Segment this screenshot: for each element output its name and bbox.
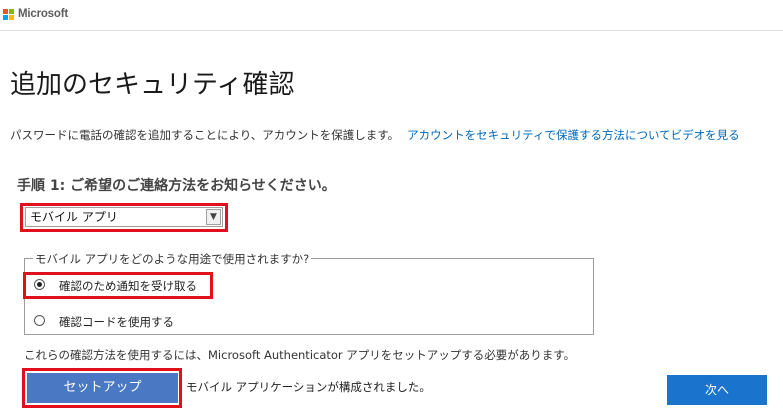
video-help-link[interactable]: アカウントをセキュリティで保護する方法についてビデオを見る [407,128,739,142]
authenticator-setup-note: これらの確認方法を使用するには、Microsoft Authenticator … [24,348,576,362]
page-description: パスワードに電話の確認を追加することにより、アカウントを保護します。 アカウントを… [10,127,740,143]
description-text: パスワードに電話の確認を追加することにより、アカウントを保護します。 [10,128,400,142]
contact-method-value: モバイル アプリ [30,210,118,224]
next-button[interactable]: 次へ [667,375,767,405]
configured-status-message: モバイル アプリケーションが構成されました。 [186,380,431,394]
security-verification-page: Microsoft 追加のセキュリティ確認 パスワードに電話の確認を追加すること… [0,0,783,410]
usage-legend: モバイル アプリをどのような用途で使用されますか? [33,251,312,267]
microsoft-logo-icon [3,9,15,21]
top-header: Microsoft [0,0,783,31]
step1-heading: 手順 1: ご希望のご連絡方法をお知らせください。 [17,178,336,194]
receive-notification-label[interactable]: 確認のため通知を受け取る [59,278,197,294]
radio-use-verification-code[interactable] [34,315,45,326]
page-title: 追加のセキュリティ確認 [10,70,295,100]
chevron-down-icon[interactable]: ▼ [206,209,221,225]
radio-receive-notification[interactable] [34,279,45,290]
use-verification-code-label[interactable]: 確認コードを使用する [59,314,174,330]
contact-method-select[interactable]: モバイル アプリ ▼ [25,207,223,227]
brand-name: Microsoft [18,8,68,20]
setup-button[interactable]: セットアップ [27,373,178,403]
